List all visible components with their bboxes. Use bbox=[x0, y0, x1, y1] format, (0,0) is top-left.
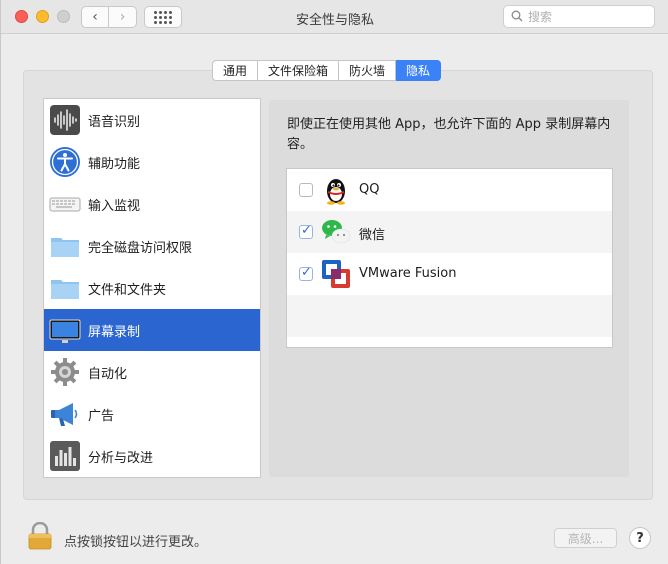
gear-icon bbox=[51, 358, 79, 386]
keyboard-icon bbox=[49, 197, 81, 212]
sidebar-item-label: 自动化 bbox=[88, 367, 128, 382]
advanced-button[interactable]: 高级... bbox=[554, 528, 617, 548]
tab-general[interactable]: 通用 bbox=[212, 60, 259, 81]
app-checkbox[interactable] bbox=[299, 223, 313, 239]
sidebar-item-full-disk-access[interactable]: 完全磁盘访问权限 bbox=[44, 225, 260, 267]
sidebar-item-label: 分析与改进 bbox=[88, 451, 154, 466]
help-button[interactable]: ? bbox=[629, 527, 651, 549]
megaphone-icon bbox=[51, 403, 78, 426]
app-checkbox[interactable] bbox=[299, 183, 313, 197]
sidebar-item-label: 广告 bbox=[88, 409, 115, 424]
wechat-icon bbox=[322, 220, 351, 244]
app-name: 微信 bbox=[359, 228, 386, 243]
tab-firewall[interactable]: 防火墙 bbox=[339, 60, 397, 81]
sidebar-item-label: 输入监视 bbox=[88, 199, 141, 214]
search-icon bbox=[511, 10, 523, 22]
display-icon bbox=[49, 319, 81, 343]
app-row-empty bbox=[287, 295, 612, 337]
sidebar-item-analytics[interactable]: 分析与改进 bbox=[44, 435, 260, 477]
privacy-sidebar: 语音识别 辅助功能 输入监视 完全磁盘访问权限 文件和文件夹 屏幕录制 自动化 … bbox=[43, 98, 261, 478]
qq-penguin-icon bbox=[327, 179, 345, 205]
app-row-vmware-fusion: VMware Fusion bbox=[287, 253, 612, 295]
sidebar-item-screen-recording[interactable]: 屏幕录制 bbox=[44, 309, 260, 351]
bar-chart-icon bbox=[50, 441, 80, 471]
sidebar-item-advertising[interactable]: 广告 bbox=[44, 393, 260, 435]
sidebar-item-automation[interactable]: 自动化 bbox=[44, 351, 260, 393]
sidebar-item-files-and-folders[interactable]: 文件和文件夹 bbox=[44, 267, 260, 309]
sidebar-item-speech-recognition[interactable]: 语音识别 bbox=[44, 99, 260, 141]
lock-hint: 点按锁按钮以进行更改。 bbox=[64, 535, 208, 550]
waveform-icon bbox=[50, 105, 80, 135]
folder-icon bbox=[51, 238, 79, 257]
vmware-icon bbox=[322, 260, 350, 288]
app-checkbox[interactable] bbox=[299, 265, 313, 281]
app-row-qq: QQ bbox=[287, 169, 612, 211]
search-input[interactable] bbox=[528, 8, 650, 26]
permission-description: 即使正在使用其他 App，也允许下面的 App 录制屏幕内容。 bbox=[287, 117, 611, 152]
tab-privacy[interactable]: 隐私 bbox=[396, 60, 442, 81]
app-row-wechat: 微信 bbox=[287, 211, 612, 253]
tab-bar: 通用 文件保险箱 防火墙 隐私 bbox=[212, 60, 442, 81]
app-name: VMware Fusion bbox=[359, 266, 457, 281]
sidebar-item-label: 辅助功能 bbox=[88, 157, 141, 172]
sidebar-item-label: 屏幕录制 bbox=[88, 325, 141, 340]
sidebar-item-label: 文件和文件夹 bbox=[88, 283, 167, 298]
folder-icon bbox=[51, 280, 79, 299]
app-list: QQ 微信 VMware Fusion bbox=[286, 168, 613, 348]
sidebar-item-input-monitoring[interactable]: 输入监视 bbox=[44, 183, 260, 225]
preferences-window: ‹ › 安全性与隐私 通用 文件保险箱 防火墙 隐私 bbox=[0, 0, 668, 564]
sidebar-item-label: 完全磁盘访问权限 bbox=[88, 241, 193, 256]
lock-icon[interactable] bbox=[27, 522, 53, 550]
search-field[interactable] bbox=[503, 5, 655, 28]
tab-filevault[interactable]: 文件保险箱 bbox=[258, 60, 340, 81]
app-name: QQ bbox=[359, 182, 380, 197]
sidebar-item-label: 语音识别 bbox=[88, 115, 141, 130]
sidebar-item-accessibility[interactable]: 辅助功能 bbox=[44, 141, 260, 183]
accessibility-icon bbox=[50, 147, 80, 177]
title-bar: ‹ › 安全性与隐私 bbox=[1, 0, 668, 34]
